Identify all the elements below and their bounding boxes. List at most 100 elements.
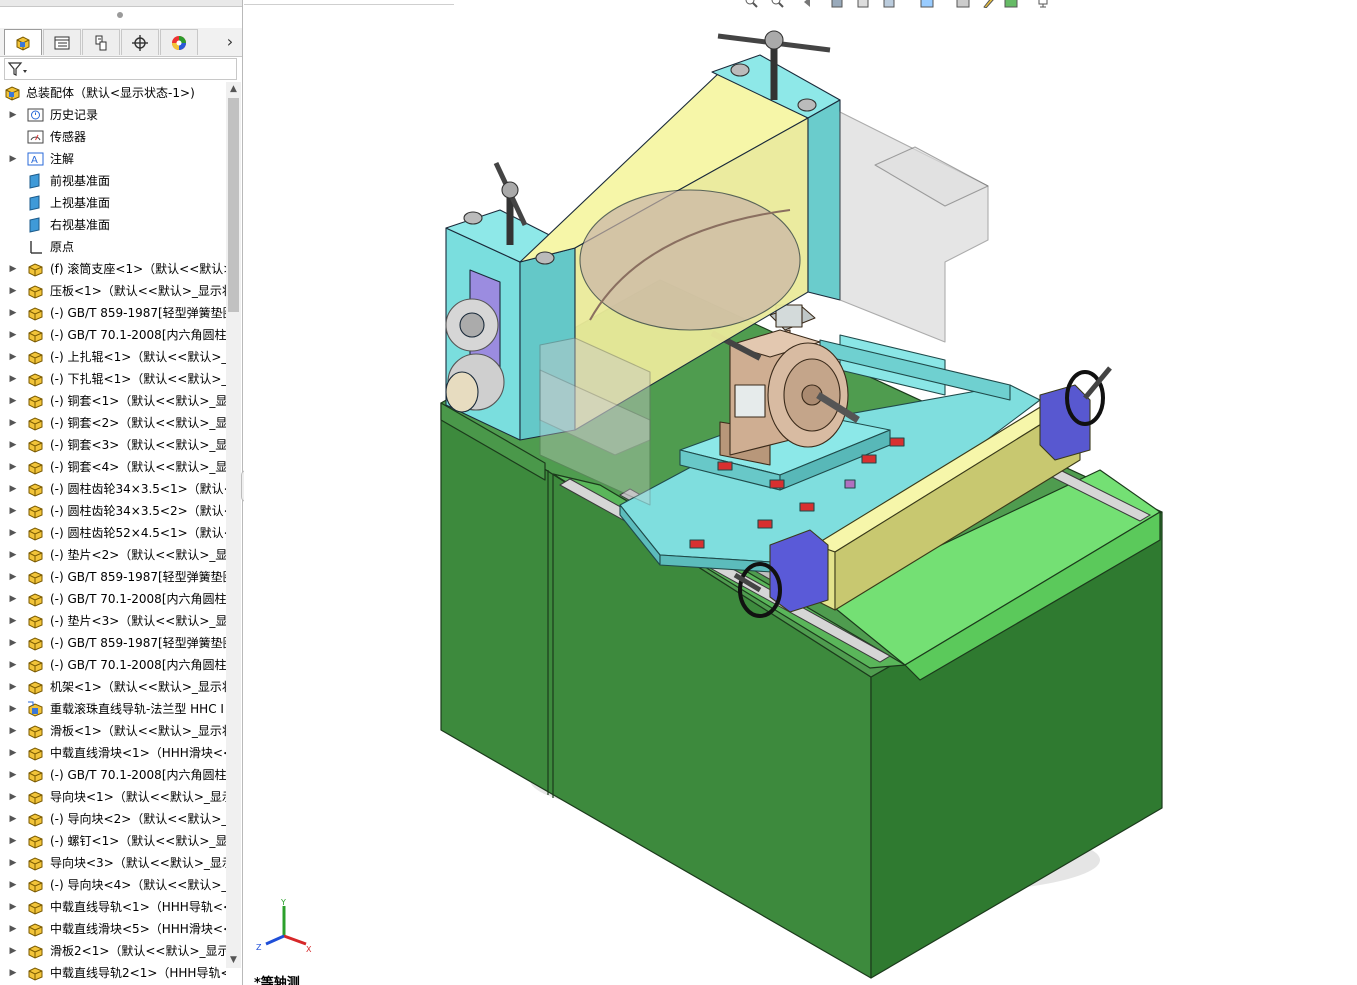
part-icon xyxy=(27,283,44,299)
expand-arrow-icon[interactable]: ▶ xyxy=(8,720,18,742)
tree-item[interactable]: 前视基准面 xyxy=(0,170,226,192)
tab-feature-manager[interactable] xyxy=(4,29,42,55)
tree-item[interactable]: ▶ (-) 下扎辊<1>（默认<<默认>_显 xyxy=(0,368,226,390)
tree-item[interactable]: ▶ (-) GB/T 70.1-2008[内六角圆柱 xyxy=(0,324,226,346)
tree-item[interactable]: ▶ 重载滚珠直线导轨-法兰型 HHC I xyxy=(0,698,226,720)
tree-filter-box[interactable] xyxy=(4,58,237,80)
tree-item[interactable]: 上视基准面 xyxy=(0,192,226,214)
tree-item-label: (-) 上扎辊<1>（默认<<默认>_显 xyxy=(50,350,226,364)
expand-arrow-icon[interactable]: ▶ xyxy=(8,258,18,280)
part-icon xyxy=(27,965,44,981)
tree-item[interactable]: ▶ 压板<1>（默认<<默认>_显示状 xyxy=(0,280,226,302)
expand-arrow-icon[interactable]: ▶ xyxy=(8,830,18,852)
tree-item[interactable]: ▶ (-) 铜套<4>（默认<<默认>_显示 xyxy=(0,456,226,478)
expand-arrow-icon[interactable]: ▶ xyxy=(8,852,18,874)
expand-arrow-icon[interactable]: ▶ xyxy=(8,302,18,324)
tree-item[interactable]: ▶ (-) 圆柱齿轮52×4.5<1>（默认< xyxy=(0,522,226,544)
expand-arrow-icon[interactable]: ▶ xyxy=(8,148,18,170)
expand-arrow-icon[interactable]: ▶ xyxy=(8,654,18,676)
expand-arrow-icon[interactable]: ▶ xyxy=(8,764,18,786)
expand-arrow-icon[interactable]: ▶ xyxy=(8,742,18,764)
assembly-3d-model[interactable] xyxy=(244,0,1357,985)
expand-arrow-icon[interactable]: ▶ xyxy=(8,808,18,830)
tree-item[interactable]: ▶ (-) 铜套<2>（默认<<默认>_显示 xyxy=(0,412,226,434)
expand-arrow-icon[interactable]: ▶ xyxy=(8,500,18,522)
expand-arrow-icon[interactable]: ▶ xyxy=(8,610,18,632)
expand-arrow-icon[interactable]: ▶ xyxy=(8,544,18,566)
expand-arrow-icon[interactable]: ▶ xyxy=(8,434,18,456)
tab-scroll-right-icon[interactable]: › xyxy=(222,32,238,52)
tree-item[interactable]: ▶ (-) GB/T 859-1987[轻型弹簧垫圈 xyxy=(0,632,226,654)
tree-item[interactable]: 传感器 xyxy=(0,126,226,148)
tree-root-assembly[interactable]: 总装配体（默认<显示状态-1>) xyxy=(0,82,226,104)
expand-arrow-icon[interactable]: ▶ xyxy=(8,632,18,654)
tab-configuration-manager[interactable] xyxy=(82,29,120,55)
tree-item[interactable]: ▶ 滑板<1>（默认<<默认>_显示状 xyxy=(0,720,226,742)
tree-root-label: 总装配体（默认<显示状态-1>) xyxy=(26,86,195,100)
expand-arrow-icon[interactable]: ▶ xyxy=(8,896,18,918)
tree-item-label: (-) 导向块<2>（默认<<默认>_显 xyxy=(50,812,226,826)
tree-item[interactable]: ▶ (-) GB/T 859-1987[轻型弹簧垫圈 xyxy=(0,302,226,324)
tree-item[interactable]: ▶ 中载直线导轨2<1>（HHH导轨< xyxy=(0,962,226,984)
tab-display-manager[interactable] xyxy=(160,29,198,55)
tree-item-label: (-) 铜套<3>（默认<<默认>_显示 xyxy=(50,438,226,452)
tab-dimxpert-manager[interactable] xyxy=(121,29,159,55)
expand-arrow-icon[interactable]: ▶ xyxy=(8,874,18,896)
expand-arrow-icon[interactable]: ▶ xyxy=(8,324,18,346)
tree-item[interactable]: ▶ (-) 铜套<3>（默认<<默认>_显示 xyxy=(0,434,226,456)
expand-arrow-icon[interactable]: ▶ xyxy=(8,280,18,302)
expand-arrow-icon[interactable]: ▶ xyxy=(8,786,18,808)
tree-item[interactable]: ▶ (-) 导向块<2>（默认<<默认>_显 xyxy=(0,808,226,830)
tree-item[interactable]: 右视基准面 xyxy=(0,214,226,236)
tab-property-manager[interactable] xyxy=(43,29,81,55)
tree-item[interactable]: ▶ (-) 圆柱齿轮34×3.5<2>（默认< xyxy=(0,500,226,522)
tree-item[interactable]: ▶ (-) GB/T 70.1-2008[内六角圆柱 xyxy=(0,588,226,610)
expand-arrow-icon[interactable]: ▶ xyxy=(8,588,18,610)
tree-item[interactable]: ▶ 中载直线导轨<1>（HHH导轨<< xyxy=(0,896,226,918)
tree-item[interactable]: ▶ (-) 圆柱齿轮34×3.5<1>（默认< xyxy=(0,478,226,500)
expand-arrow-icon[interactable]: ▶ xyxy=(8,104,18,126)
tree-item[interactable]: ▶ (-) 螺钉<1>（默认<<默认>_显示 xyxy=(0,830,226,852)
assembly-icon xyxy=(4,85,21,101)
tree-item[interactable]: ▶ 导向块<1>（默认<<默认>_显示 xyxy=(0,786,226,808)
expand-arrow-icon[interactable]: ▶ xyxy=(8,566,18,588)
expand-arrow-icon[interactable]: ▶ xyxy=(8,918,18,940)
tree-item[interactable]: ▶ 中载直线滑块<1>（HHH滑块<< xyxy=(0,742,226,764)
tree-item[interactable]: 原点 xyxy=(0,236,226,258)
tree-item[interactable]: ▶ 机架<1>（默认<<默认>_显示状 xyxy=(0,676,226,698)
tree-item[interactable]: ▶ A 注解 xyxy=(0,148,226,170)
tree-scrollbar[interactable]: ▲ ▼ xyxy=(226,82,241,968)
graphics-area[interactable]: Y X Z *等轴测 xyxy=(244,0,1357,985)
expand-arrow-icon[interactable]: ▶ xyxy=(8,456,18,478)
tree-item-label: 重载滚珠直线导轨-法兰型 HHC I xyxy=(50,702,224,716)
expand-arrow-icon[interactable]: ▶ xyxy=(8,346,18,368)
expand-arrow-icon[interactable]: ▶ xyxy=(8,698,18,720)
tree-item[interactable]: ▶ (-) 垫片<3>（默认<<默认>_显示 xyxy=(0,610,226,632)
tree-item[interactable]: ▶ (-) GB/T 70.1-2008[内六角圆柱 xyxy=(0,654,226,676)
panel-grip-handle[interactable] xyxy=(117,12,123,18)
scrollbar-thumb[interactable] xyxy=(228,98,239,312)
tree-item[interactable]: ▶ (-) 垫片<2>（默认<<默认>_显示 xyxy=(0,544,226,566)
tree-item[interactable]: ▶ (-) GB/T 859-1987[轻型弹簧垫圈 xyxy=(0,566,226,588)
tree-item[interactable]: ▶ (-) 上扎辊<1>（默认<<默认>_显 xyxy=(0,346,226,368)
tree-item[interactable]: ▶ (-) GB/T 70.1-2008[内六角圆柱 xyxy=(0,764,226,786)
tree-item[interactable]: ▶ 中载直线滑块<5>（HHH滑块<< xyxy=(0,918,226,940)
panel-top-strip xyxy=(0,0,242,7)
expand-arrow-icon[interactable]: ▶ xyxy=(8,368,18,390)
scroll-up-arrow-icon[interactable]: ▲ xyxy=(226,82,241,97)
scroll-down-arrow-icon[interactable]: ▼ xyxy=(226,953,241,968)
tree-item[interactable]: ▶ (-) 导向块<4>（默认<<默认>_显 xyxy=(0,874,226,896)
tree-item[interactable]: ▶ 滑板2<1>（默认<<默认>_显示状 xyxy=(0,940,226,962)
expand-arrow-icon[interactable]: ▶ xyxy=(8,676,18,698)
tree-item[interactable]: ▶ (f) 滚筒支座<1>（默认<<默认>_ xyxy=(0,258,226,280)
tree-item[interactable]: ▶ 历史记录 xyxy=(0,104,226,126)
expand-arrow-icon[interactable]: ▶ xyxy=(8,962,18,984)
tree-item[interactable]: ▶ 导向块<3>（默认<<默认>_显示 xyxy=(0,852,226,874)
expand-arrow-icon[interactable]: ▶ xyxy=(8,478,18,500)
expand-arrow-icon[interactable]: ▶ xyxy=(8,940,18,962)
tree-item[interactable]: ▶ (-) 铜套<1>（默认<<默认>_显示 xyxy=(0,390,226,412)
property-manager-icon xyxy=(54,36,70,49)
expand-arrow-icon[interactable]: ▶ xyxy=(8,522,18,544)
expand-arrow-icon[interactable]: ▶ xyxy=(8,412,18,434)
expand-arrow-icon[interactable]: ▶ xyxy=(8,390,18,412)
